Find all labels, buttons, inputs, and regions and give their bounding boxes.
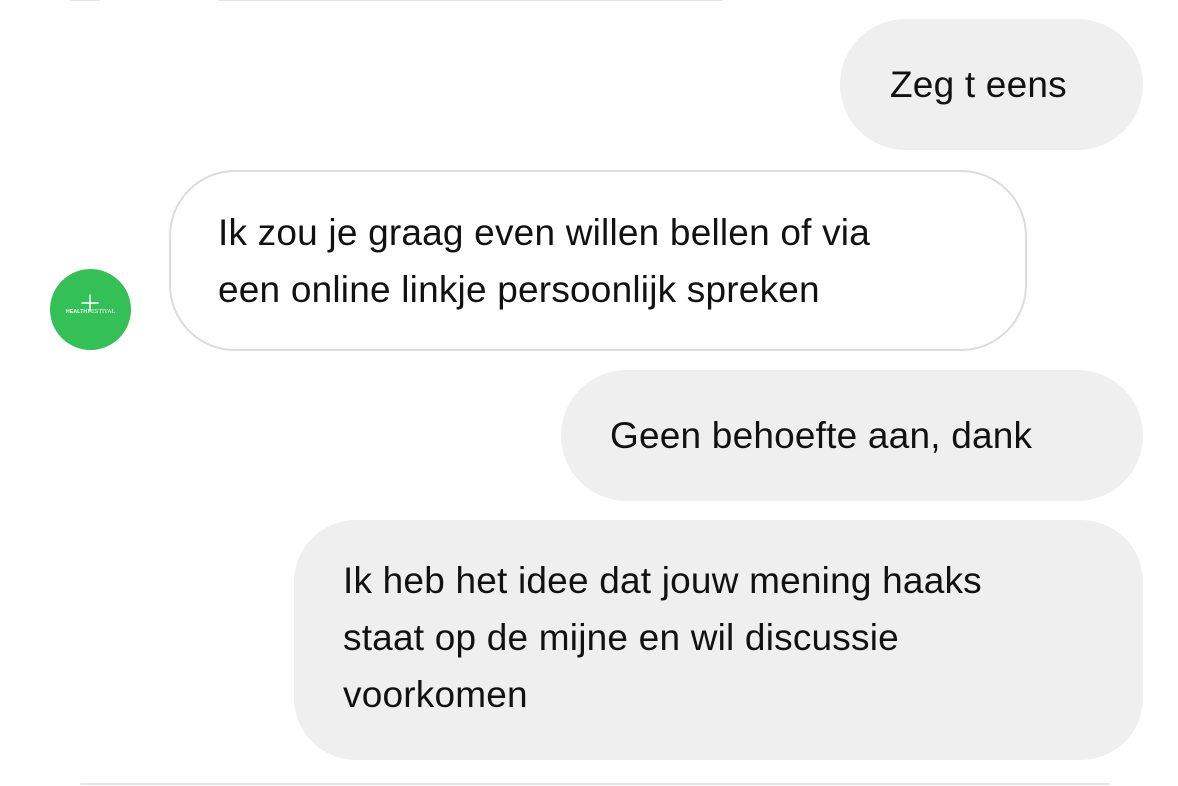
- message-text: Ik heb het idee dat jouw mening haaks st…: [343, 560, 982, 715]
- previous-bubble-edge: [218, 0, 723, 1]
- outgoing-message-bubble[interactable]: Zeg t eens: [840, 19, 1143, 150]
- contact-avatar[interactable]: HEALTHFESTIVAL: [50, 269, 131, 350]
- message-thread[interactable]: Zeg t eens HEALTHFESTIVAL Ik zou je graa…: [0, 0, 1178, 786]
- previous-bubble-edge: [70, 0, 100, 1]
- message-text: Zeg t eens: [890, 64, 1067, 105]
- avatar-logo-bold: HEALTH: [65, 309, 88, 315]
- outgoing-message-bubble[interactable]: Ik heb het idee dat jouw mening haaks st…: [294, 520, 1143, 760]
- incoming-message-bubble[interactable]: Ik zou je graag even willen bellen of vi…: [169, 170, 1027, 351]
- avatar-logo-text: HEALTHFESTIVAL: [50, 309, 131, 315]
- message-text: Geen behoefte aan, dank: [610, 415, 1033, 456]
- avatar-logo-rest: FESTIVAL: [87, 309, 116, 315]
- composer-divider: [80, 783, 1110, 785]
- outgoing-message-bubble[interactable]: Geen behoefte aan, dank: [561, 370, 1143, 501]
- message-text: Ik zou je graag even willen bellen of vi…: [218, 212, 870, 310]
